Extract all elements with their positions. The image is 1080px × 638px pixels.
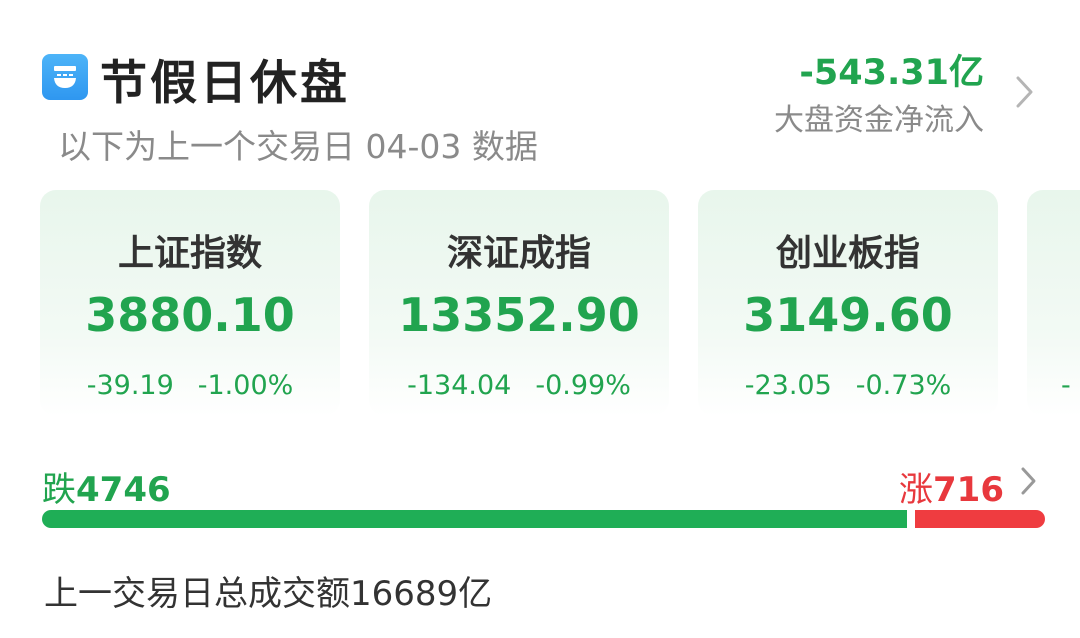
chevron-right-icon[interactable] — [1020, 466, 1038, 496]
rice-bowl-icon — [42, 54, 88, 100]
index-change-points: -39.19 — [86, 370, 174, 401]
index-change: -23.05 -0.73% — [698, 370, 998, 401]
index-card-shenzhen[interactable]: 深证成指 13352.90 -134.04 -0.99% — [369, 190, 669, 416]
index-change-points: -134.04 — [407, 370, 512, 401]
decliners-count[interactable]: 跌4746 — [42, 462, 171, 511]
index-change-percent: -0.73% — [855, 370, 952, 401]
index-change-percent: -0.99% — [535, 370, 631, 401]
decliners-bar — [42, 510, 907, 528]
decliners-label: 跌 — [42, 470, 76, 510]
index-change: -39.19 -1.00% — [40, 370, 340, 401]
total-turnover: 上一交易日总成交额16689亿 — [44, 574, 493, 614]
advancers-count[interactable]: 涨716 — [899, 462, 1004, 511]
index-name: 上证指数 — [117, 233, 262, 274]
index-name: 创业板指 — [775, 233, 920, 274]
index-change: - — [1061, 370, 1071, 401]
index-value: 3149.60 — [743, 288, 953, 342]
net-flow-value[interactable]: -543.31亿 — [799, 44, 984, 95]
decliners-number: 4746 — [76, 470, 171, 510]
index-value: 3880.10 — [85, 288, 295, 342]
index-card-partial[interactable]: - — [1027, 190, 1080, 416]
market-breadth-bar — [42, 510, 1045, 528]
data-date-note: 以下为上一个交易日 04-03 数据 — [58, 127, 538, 166]
index-value: 13352.90 — [398, 288, 640, 342]
index-change-percent: -1.00% — [197, 370, 294, 401]
index-card-chinext[interactable]: 创业板指 3149.60 -23.05 -0.73% — [698, 190, 998, 416]
index-change-points: -23.05 — [744, 370, 832, 401]
advancers-label: 涨 — [899, 470, 934, 510]
advancers-number: 716 — [933, 470, 1004, 510]
page-title: 节假日休盘 — [100, 56, 350, 111]
index-name: 深证成指 — [446, 233, 591, 274]
index-card-shanghai[interactable]: 上证指数 3880.10 -39.19 -1.00% — [40, 190, 340, 416]
net-flow-label[interactable]: 大盘资金净流入 — [774, 95, 984, 139]
index-change: -134.04 -0.99% — [369, 370, 669, 401]
advancers-bar — [915, 510, 1045, 528]
chevron-right-icon[interactable] — [1014, 74, 1036, 110]
